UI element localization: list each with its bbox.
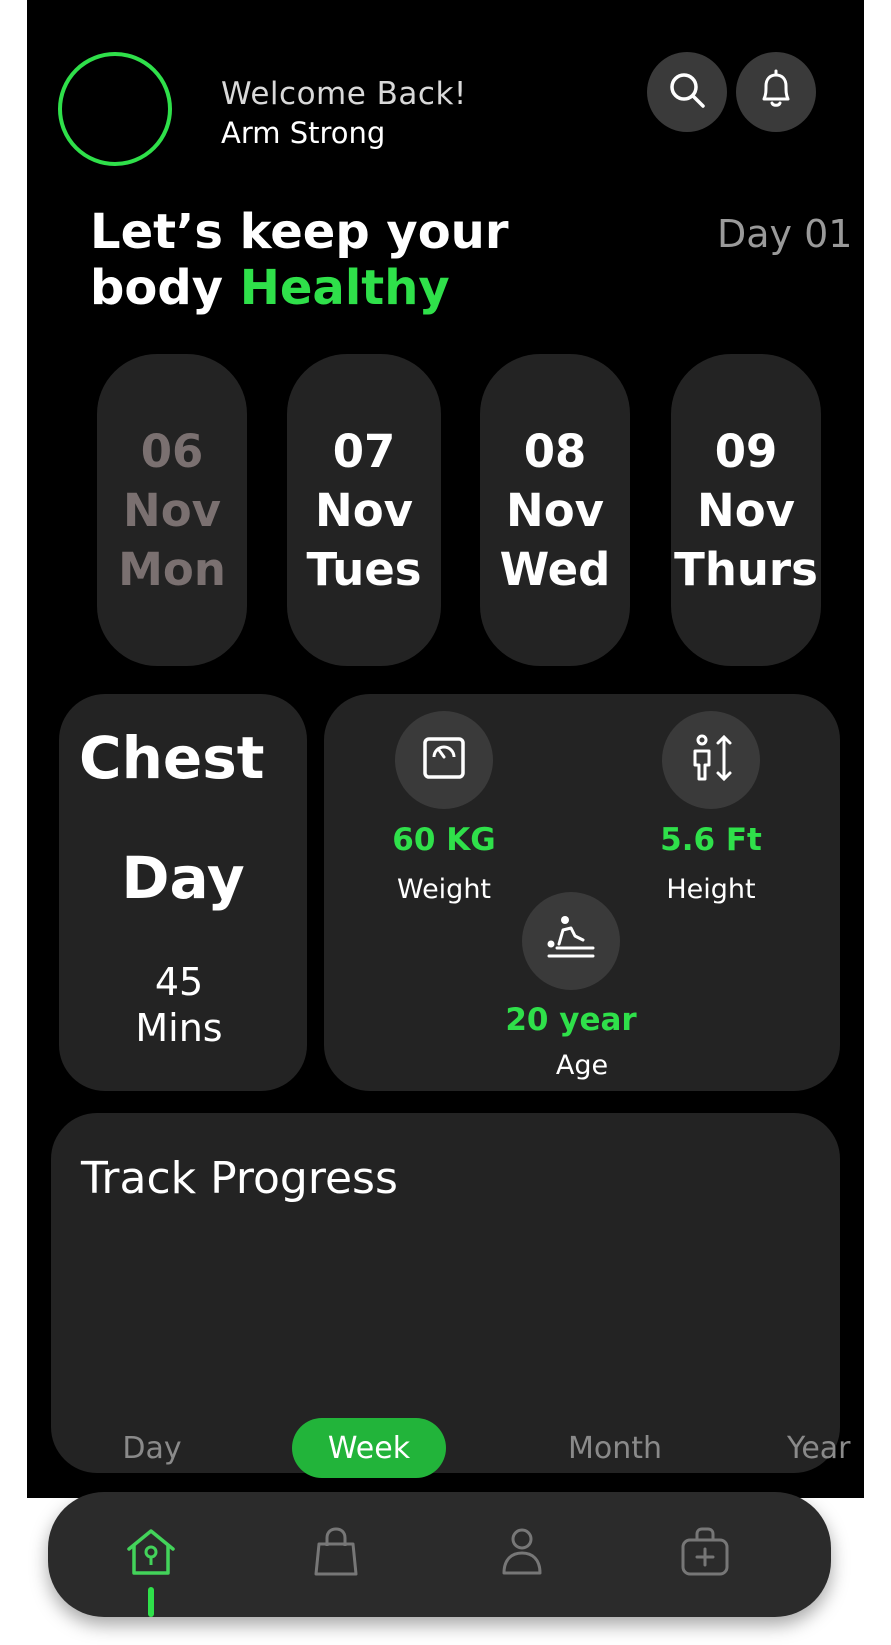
workout-title-line2: Day <box>121 844 245 912</box>
headline-prefix: body <box>90 260 223 316</box>
scale-icon <box>421 735 467 785</box>
date-month: Nov <box>506 483 604 537</box>
date-day: 06 <box>140 424 204 478</box>
height-stat-button[interactable] <box>662 711 760 809</box>
tab-week[interactable]: Week <box>292 1418 446 1478</box>
massage-icon <box>543 914 599 968</box>
track-progress-title: Track Progress <box>81 1153 398 1204</box>
day-counter: Day 01 <box>717 212 853 256</box>
weight-value: 60 KG <box>392 822 496 858</box>
date-weekday: Wed <box>499 542 611 596</box>
medical-bag-icon <box>679 1526 731 1582</box>
workout-duration-value: 45 <box>154 960 204 1004</box>
body-stats-card: 60 KG Weight 5.6 Ft Height 20 year Age <box>324 694 840 1091</box>
page-title: Let’s keep your body Healthy <box>90 204 509 316</box>
date-day: 08 <box>523 424 587 478</box>
date-month: Nov <box>697 483 795 537</box>
height-label: Height <box>666 874 756 905</box>
home-icon <box>125 1527 177 1581</box>
date-day: 09 <box>714 424 778 478</box>
date-card-09[interactable]: 09 Nov Thurs <box>671 354 821 666</box>
profile-icon <box>500 1527 544 1581</box>
nav-shop[interactable] <box>306 1524 366 1584</box>
app-screen: Welcome Back! Arm Strong Let’s keep your… <box>27 0 864 1498</box>
date-month: Nov <box>123 483 221 537</box>
height-value: 5.6 Ft <box>660 822 762 858</box>
date-weekday: Thurs <box>674 542 818 596</box>
workout-duration-unit: Mins <box>135 1006 223 1050</box>
headline-highlight: Healthy <box>239 260 450 316</box>
tab-month[interactable]: Month <box>545 1418 685 1478</box>
date-card-06[interactable]: 06 Nov Mon <box>97 354 247 666</box>
user-name: Arm Strong <box>221 116 386 150</box>
date-weekday: Tues <box>306 542 422 596</box>
nav-profile[interactable] <box>492 1524 552 1584</box>
date-weekday: Mon <box>118 542 226 596</box>
avatar[interactable] <box>58 52 172 166</box>
date-month: Nov <box>315 483 413 537</box>
bottom-nav-bar <box>48 1492 831 1617</box>
date-card-07[interactable]: 07 Nov Tues <box>287 354 441 666</box>
date-day: 07 <box>332 424 396 478</box>
shopping-bag-icon <box>311 1526 361 1582</box>
welcome-text: Welcome Back! <box>221 76 467 112</box>
search-icon <box>667 70 707 114</box>
nav-health[interactable] <box>675 1524 735 1584</box>
date-card-08[interactable]: 08 Nov Wed <box>480 354 630 666</box>
workout-title-line1: Chest <box>79 724 265 792</box>
nav-home[interactable] <box>121 1524 181 1584</box>
weight-stat-button[interactable] <box>395 711 493 809</box>
nav-active-indicator <box>148 1587 154 1617</box>
weight-label: Weight <box>396 874 492 905</box>
bell-icon <box>756 69 796 115</box>
age-value: 20 year <box>505 1002 637 1038</box>
headline-line2: body Healthy <box>90 260 509 316</box>
age-stat-button[interactable] <box>522 892 620 990</box>
search-button[interactable] <box>647 52 727 132</box>
headline-line1: Let’s keep your <box>90 204 509 260</box>
age-label: Age <box>555 1050 609 1081</box>
tab-year[interactable]: Year <box>787 1418 864 1478</box>
workout-card[interactable]: Chest Day 45 Mins <box>59 694 307 1091</box>
tab-day[interactable]: Day <box>87 1418 217 1478</box>
height-icon <box>684 733 738 787</box>
notifications-button[interactable] <box>736 52 816 132</box>
